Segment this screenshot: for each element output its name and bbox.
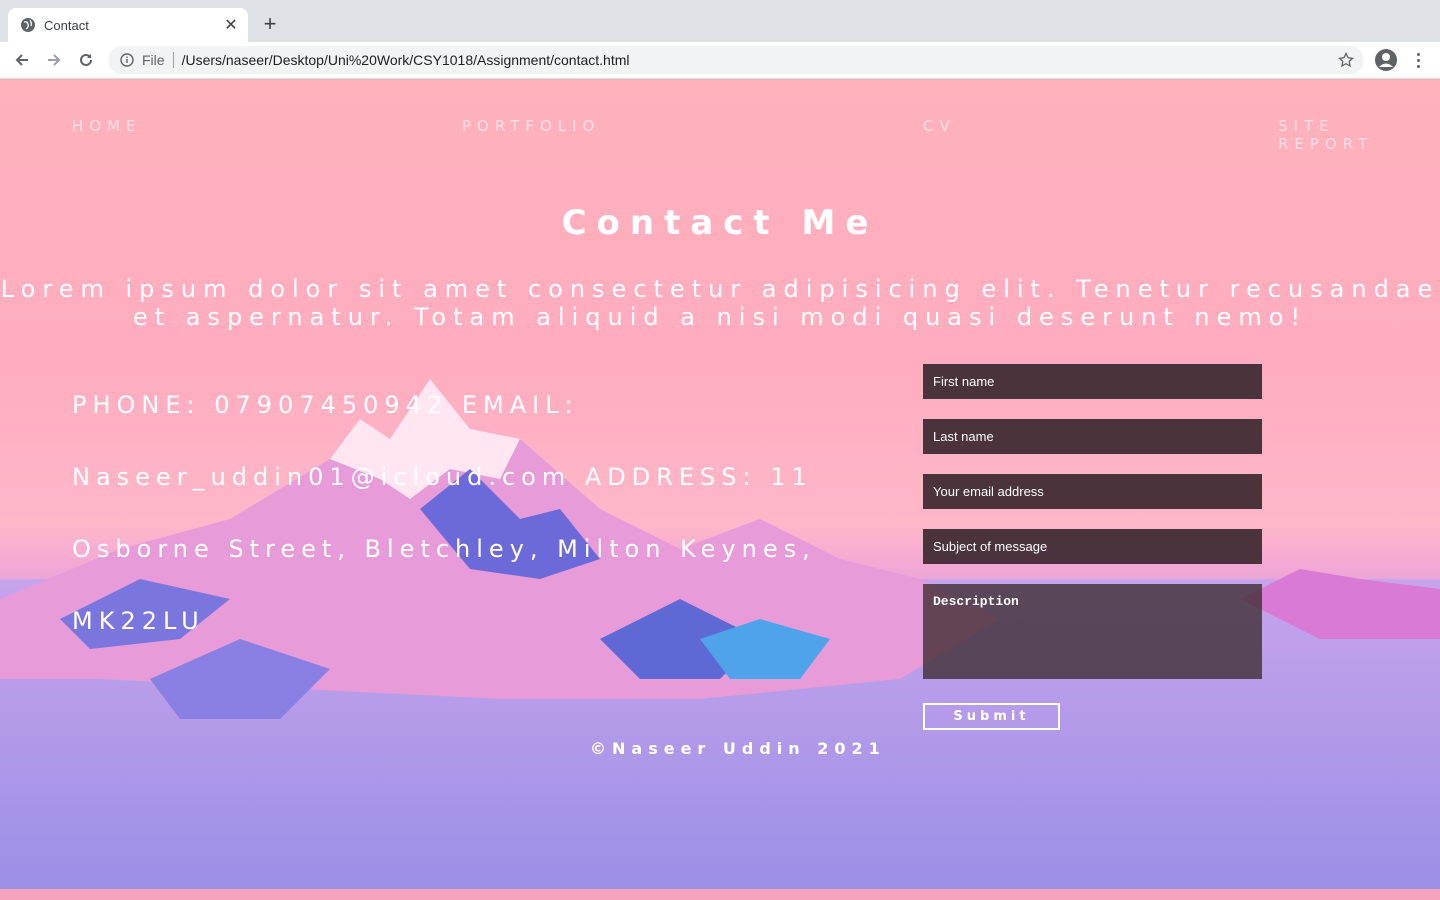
- page-viewport: HOME PORTFOLIO CV SITE REPORT Contact Me…: [0, 79, 1440, 889]
- nav-home[interactable]: HOME: [72, 117, 142, 135]
- browser-toolbar: File /Users/naseer/Desktop/Uni%20Work/CS…: [0, 42, 1440, 79]
- profile-avatar-icon[interactable]: [1374, 48, 1398, 72]
- close-icon[interactable]: ✕: [222, 16, 240, 34]
- description-field[interactable]: Description: [923, 584, 1262, 679]
- footer-copyright: ©Naseer Uddin 2021: [590, 739, 886, 758]
- nav-site-report[interactable]: SITE REPORT: [1278, 117, 1440, 153]
- nav-portfolio[interactable]: PORTFOLIO: [462, 117, 600, 135]
- address-bar[interactable]: File /Users/naseer/Desktop/Uni%20Work/CS…: [108, 46, 1364, 74]
- email-field[interactable]: Your email address: [923, 474, 1262, 509]
- back-icon[interactable]: [10, 48, 34, 72]
- nav-cv[interactable]: CV: [923, 117, 956, 135]
- submit-button[interactable]: Submit: [923, 703, 1060, 730]
- star-icon[interactable]: [1338, 52, 1354, 68]
- menu-icon[interactable]: [1410, 48, 1426, 72]
- globe-icon: [21, 18, 35, 32]
- file-label: File: [142, 52, 174, 68]
- bottom-strip: [0, 889, 1440, 900]
- last-name-field[interactable]: Last name: [923, 419, 1262, 454]
- new-tab-button[interactable]: +: [258, 11, 282, 36]
- tab-title: Contact: [44, 17, 89, 33]
- info-icon[interactable]: [120, 53, 134, 67]
- page-title: Contact Me: [561, 203, 879, 243]
- first-name-field[interactable]: First name: [923, 364, 1262, 399]
- browser-tab-strip: Contact ✕ +: [0, 0, 1440, 42]
- url-text[interactable]: /Users/naseer/Desktop/Uni%20Work/CSY1018…: [182, 52, 1338, 68]
- intro-text: Lorem ipsum dolor sit amet consectetur a…: [0, 275, 1440, 331]
- browser-tab[interactable]: Contact ✕: [8, 8, 248, 42]
- reload-icon[interactable]: [74, 48, 98, 72]
- contact-info: PHONE: 07907450942 EMAIL: Naseer_uddin01…: [72, 391, 816, 635]
- forward-icon[interactable]: [42, 48, 66, 72]
- subject-field[interactable]: Subject of message: [923, 529, 1262, 564]
